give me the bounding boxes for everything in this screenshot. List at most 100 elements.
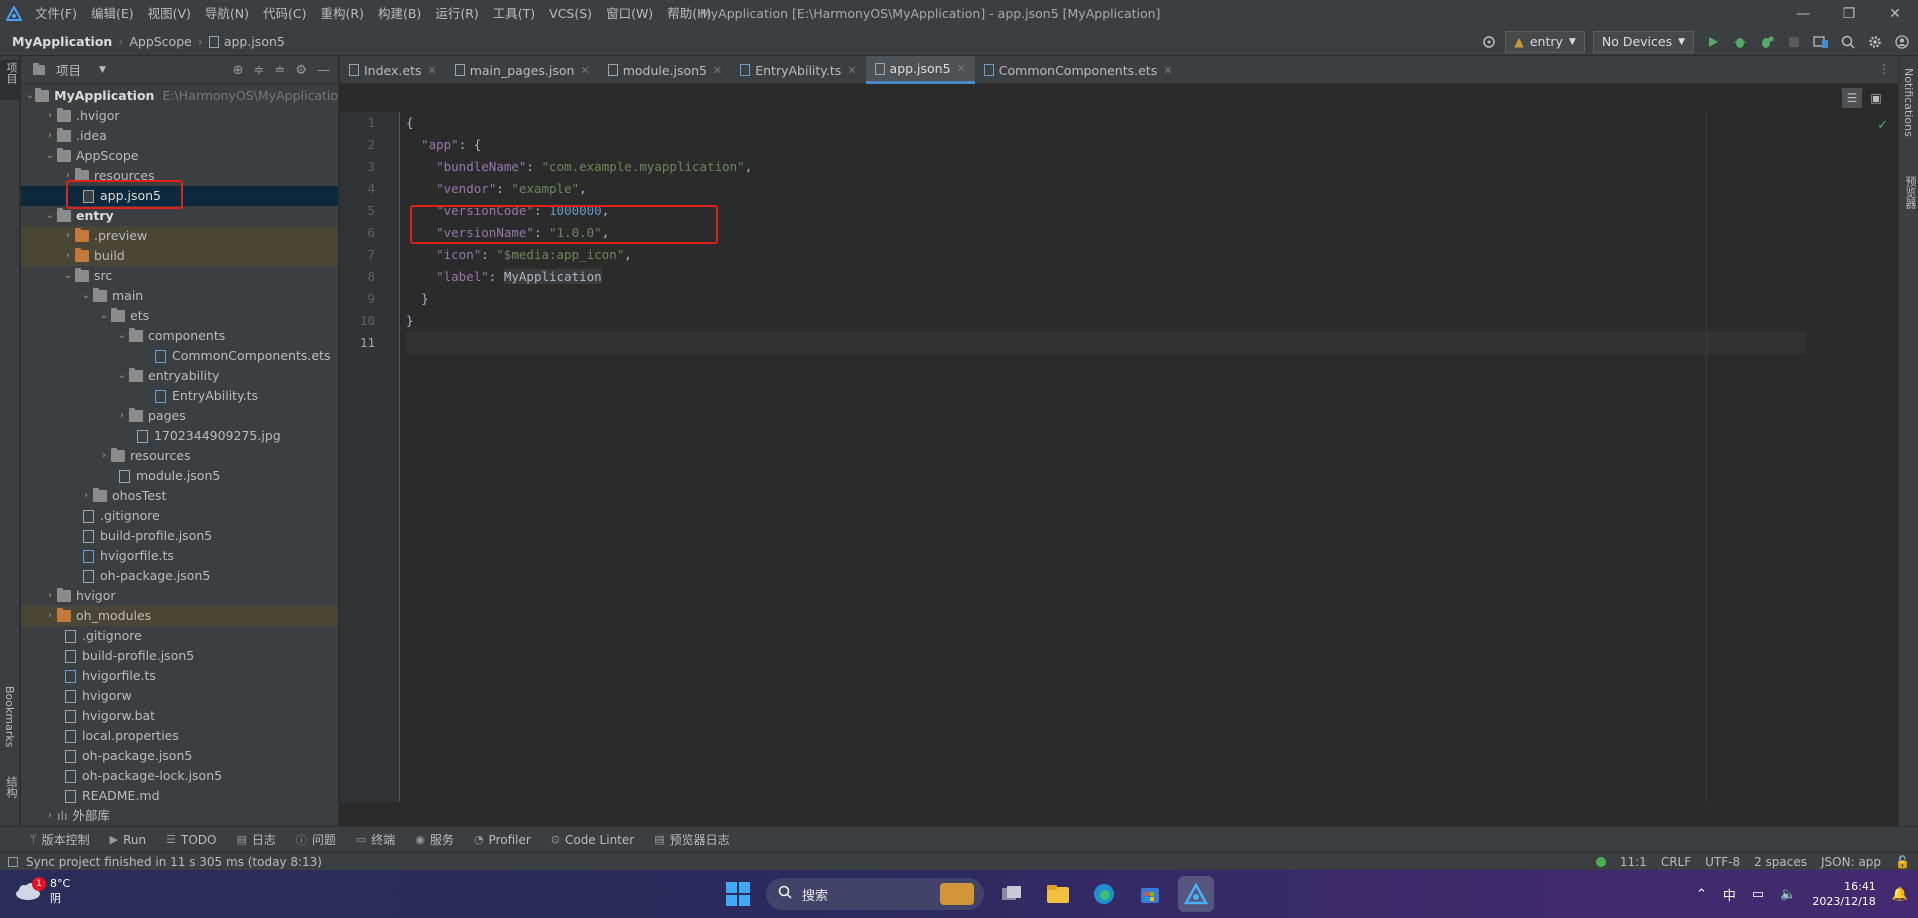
chevron-right-icon[interactable]: › [61,226,75,246]
menu-vcs[interactable]: VCS(S) [542,0,599,28]
tool-log[interactable]: ▤ 日志 [236,831,275,848]
chevron-right-icon[interactable]: › [43,806,57,826]
breadcrumb-file[interactable]: app.json5 [224,34,285,49]
module-selector[interactable]: ▲ entry ▼ [1505,31,1585,53]
tree-item[interactable]: › pages [21,406,338,426]
menu-view[interactable]: 视图(V) [141,0,198,28]
menu-tools[interactable]: 工具(T) [486,0,542,28]
tree-item[interactable]: build-profile.json5 [21,646,338,666]
deveco-studio-icon[interactable] [1178,876,1214,912]
tab-app-json5[interactable]: app.json5 ✕ [865,56,975,84]
tree-item[interactable]: build-profile.json5 [21,526,338,546]
task-view-icon[interactable] [994,876,1030,912]
run-icon[interactable] [1702,31,1724,53]
bookmarks-tool-label[interactable]: Bookmarks [3,686,16,747]
gear-icon[interactable] [1864,31,1886,53]
volume-icon[interactable]: 🔈 [1780,887,1796,902]
panel-toggle-icon[interactable] [8,856,18,867]
file-type[interactable]: JSON: app [1821,855,1881,869]
more-tabs-icon[interactable]: ⋮ [1878,62,1890,76]
chevron-right-icon[interactable]: › [43,106,57,126]
collapse-all-icon[interactable]: ≐ [274,63,285,78]
tool-run[interactable]: ▶ Run [110,833,146,847]
status-message[interactable]: Sync project finished in 11 s 305 ms (to… [26,855,322,869]
chevron-down-icon[interactable]: ⌄ [115,366,129,386]
chevron-down-icon[interactable]: ▼ [99,65,106,75]
file-encoding[interactable]: UTF-8 [1705,855,1740,869]
tree-item[interactable]: local.properties [21,726,338,746]
tree-item[interactable]: ⌄ ets [21,306,338,326]
tree-item[interactable]: oh-package.json5 [21,746,338,766]
cursor-position[interactable]: 11:1 [1620,855,1647,869]
chevron-down-icon[interactable]: ⌄ [43,146,57,166]
menu-navigate[interactable]: 导航(N) [198,0,256,28]
account-icon[interactable] [1891,31,1913,53]
notification-bell-icon[interactable]: 🔔 [1892,887,1908,902]
breadcrumb-project[interactable]: MyApplication [12,34,112,49]
close-button[interactable]: ✕ [1872,0,1918,28]
close-icon[interactable]: ✕ [428,64,437,77]
tab-entryability-ts[interactable]: EntryAbility.ts ✕ [731,56,865,84]
search-icon[interactable] [1837,31,1859,53]
menu-build[interactable]: 构建(B) [371,0,428,28]
chevron-right-icon[interactable]: › [43,586,57,606]
tree-item[interactable]: › .idea [21,126,338,146]
expand-all-icon[interactable]: ≑ [254,63,265,78]
app-logo-icon[interactable] [0,0,28,28]
close-icon[interactable]: ✕ [847,64,856,77]
tree-item[interactable]: ⌄ MyApplication E:\HarmonyOS\MyApplicatio [21,86,338,106]
device-selector[interactable]: No Devices ▼ [1592,31,1694,53]
project-tool-button[interactable]: 项目 [0,60,19,100]
chevron-down-icon[interactable]: ⌄ [97,306,111,326]
tree-item[interactable]: README.md [21,786,338,806]
previewer-tool-label[interactable]: 预览器 [1902,176,1918,209]
chevron-right-icon[interactable]: › [43,126,57,146]
tool-previewer-log[interactable]: ▤ 预览器日志 [654,831,729,848]
hide-icon[interactable]: — [317,63,330,78]
tree-item[interactable]: › resources [21,446,338,466]
chevron-right-icon[interactable]: › [61,246,75,266]
system-clock[interactable]: 16:41 2023/12/18 [1812,879,1875,909]
device-manager-icon[interactable] [1810,31,1832,53]
tree-item[interactable]: module.json5 [21,466,338,486]
chevron-up-icon[interactable]: ⌃ [1696,887,1707,902]
file-explorer-icon[interactable] [1040,876,1076,912]
tree-item[interactable]: hvigorfile.ts [21,666,338,686]
windows-start-icon[interactable] [720,876,756,912]
attach-debugger-icon[interactable] [1756,31,1778,53]
tree-item[interactable]: › oh_modules [21,606,338,626]
tree-item[interactable]: › ohosTest [21,486,338,506]
code-editor[interactable]: 1 2 3 4 5 6 7 8 9 10 11 { "app": { "bund… [340,112,1898,802]
close-icon[interactable]: ✕ [1163,64,1172,77]
tree-item[interactable]: › build [21,246,338,266]
tree-item[interactable]: CommonComponents.ets [21,346,338,366]
tool-todo[interactable]: ☰ TODO [166,833,216,847]
menu-run[interactable]: 运行(R) [428,0,485,28]
menu-edit[interactable]: 编辑(E) [84,0,141,28]
chevron-right-icon[interactable]: › [97,446,111,466]
tree-item[interactable]: EntryAbility.ts [21,386,338,406]
weather-widget[interactable]: 1 8°C 阴 [14,876,70,906]
tree-item[interactable]: oh-package.json5 [21,566,338,586]
close-icon[interactable]: ✕ [957,62,966,75]
lock-icon[interactable]: 🔓 [1895,855,1910,869]
inspection-ok-icon[interactable]: ✓ [1877,118,1888,133]
locate-icon[interactable]: ⊕ [233,63,244,78]
menu-window[interactable]: 窗口(W) [599,0,660,28]
tool-problems[interactable]: ⓘ 问题 [296,831,336,848]
network-icon[interactable]: ▭ [1752,887,1764,902]
chevron-down-icon[interactable]: ⌄ [43,206,57,226]
tree-item[interactable]: ⌄ components [21,326,338,346]
tree-item[interactable]: hvigorw.bat [21,706,338,726]
tool-terminal[interactable]: ▭ 终端 [356,831,395,848]
notifications-tool-label[interactable]: Notifications [1902,68,1915,137]
tool-code-linter[interactable]: ⊙ Code Linter [551,833,634,847]
structure-tool-label[interactable]: 结构 [3,776,19,798]
tree-item[interactable]: ⌄ AppScope [21,146,338,166]
tree-item[interactable]: hvigorw [21,686,338,706]
tree-item[interactable]: ⌄ entryability [21,366,338,386]
tab-main-pages-json[interactable]: main_pages.json ✕ [446,56,599,84]
tree-item[interactable]: › ılı 外部库 [21,806,338,826]
tab-commoncomponents-ets[interactable]: CommonComponents.ets ✕ [975,56,1182,84]
gear-icon[interactable]: ⚙ [295,63,307,78]
